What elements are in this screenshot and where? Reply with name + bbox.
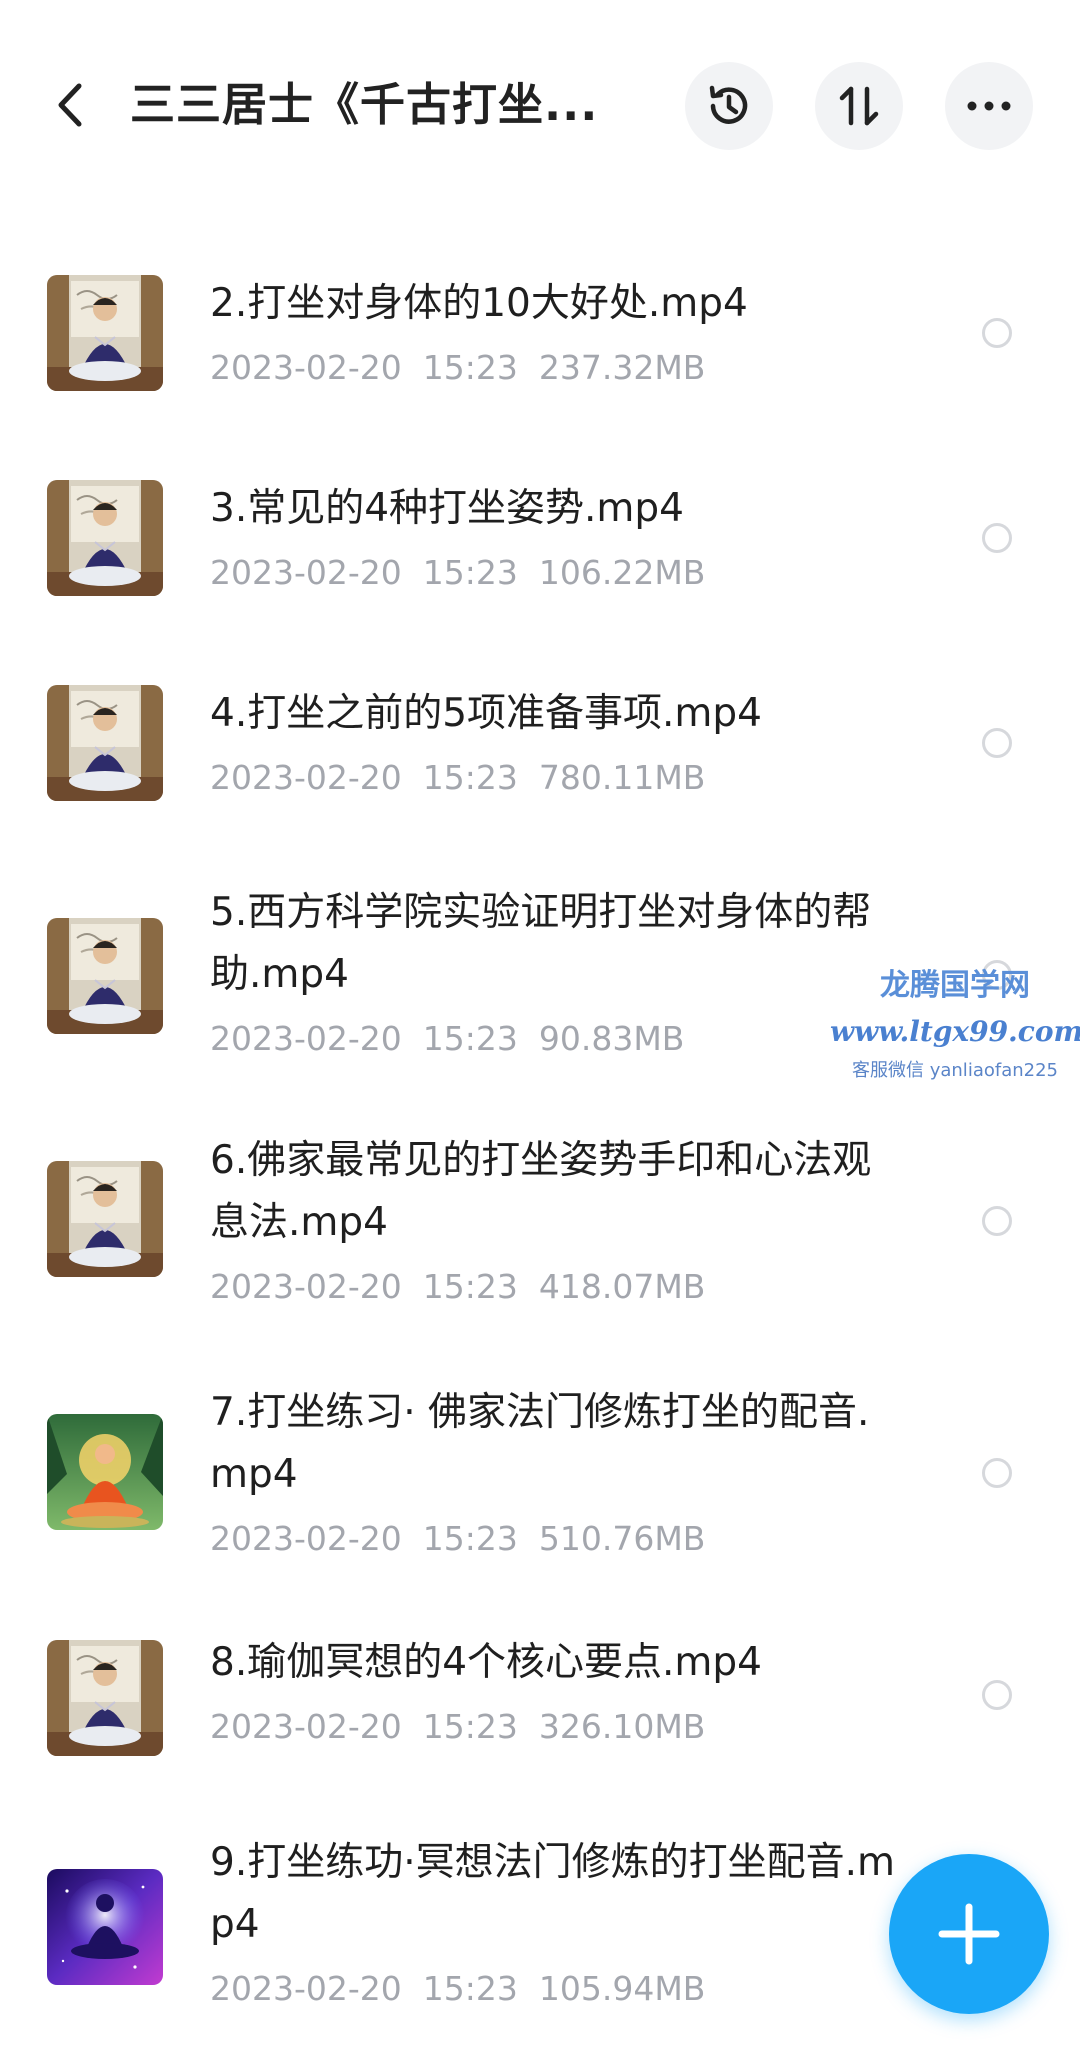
- more-button[interactable]: [945, 62, 1033, 150]
- file-row[interactable]: 8.瑜伽冥想的4个核心要点.mp4 2023-02-20 15:23 326.1…: [0, 1610, 1080, 1810]
- file-name: 8.瑜伽冥想的4个核心要点.mp4: [210, 1640, 762, 1685]
- back-button[interactable]: [40, 70, 100, 140]
- video-thumbnail: [47, 1414, 163, 1530]
- file-row[interactable]: 2.打坐对身体的10大好处.mp4 2023-02-20 15:23 237.3…: [0, 245, 1080, 450]
- select-radio[interactable]: [982, 523, 1012, 553]
- file-size: 326.10MB: [538, 1707, 706, 1746]
- file-date: 2023-02-20: [210, 1267, 402, 1306]
- file-date: 2023-02-20: [210, 758, 402, 797]
- file-time: 15:23: [422, 1267, 518, 1306]
- file-date: 2023-02-20: [210, 348, 402, 387]
- file-time: 15:23: [422, 1707, 518, 1746]
- file-name: 4.打坐之前的5项准备事项.mp4: [210, 691, 762, 736]
- file-meta: 2023-02-20 15:23 237.32MB: [210, 337, 900, 399]
- page-title: 三三居士《千古打坐...: [130, 78, 599, 131]
- file-name: 3.常见的4种打坐姿势.mp4: [210, 486, 684, 531]
- file-row[interactable]: 4.打坐之前的5项准备事项.mp4 2023-02-20 15:23 780.1…: [0, 655, 1080, 860]
- sort-icon: [839, 86, 879, 126]
- history-button[interactable]: [685, 62, 773, 150]
- file-time: 15:23: [422, 348, 518, 387]
- file-size: 510.76MB: [538, 1519, 706, 1558]
- file-size: 106.22MB: [538, 553, 706, 592]
- file-date: 2023-02-20: [210, 553, 402, 592]
- video-thumbnail: [47, 275, 163, 391]
- file-time: 15:23: [422, 1019, 518, 1058]
- file-time: 15:23: [422, 553, 518, 592]
- video-thumbnail: [47, 918, 163, 1034]
- more-dots-icon: [967, 101, 1011, 111]
- sort-button[interactable]: [815, 62, 903, 150]
- history-icon: [709, 85, 748, 124]
- add-button[interactable]: [889, 1854, 1049, 2014]
- file-meta: 2023-02-20 15:23 90.83MB: [210, 1008, 900, 1070]
- file-info: 6.佛家最常见的打坐姿势手印和心法观息法.mp4 2023-02-20 15:2…: [210, 1130, 900, 1318]
- file-name: 5.西方科学院实验证明打坐对身体的帮助.mp4: [210, 890, 872, 997]
- file-time: 15:23: [422, 758, 518, 797]
- file-row[interactable]: 3.常见的4种打坐姿势.mp4 2023-02-20 15:23 106.22M…: [0, 450, 1080, 655]
- file-info: 7.打坐练习· 佛家法门修炼打坐的配音.mp4 2023-02-20 15:23…: [210, 1382, 900, 1570]
- file-meta: 2023-02-20 15:23 106.22MB: [210, 542, 900, 604]
- video-thumbnail: [47, 1161, 163, 1277]
- file-size: 237.32MB: [538, 348, 706, 387]
- file-name: 9.打坐练功·冥想法门修炼的打坐配音.mp4: [210, 1840, 895, 1947]
- file-info: 2.打坐对身体的10大好处.mp4 2023-02-20 15:23 237.3…: [210, 273, 900, 399]
- file-meta: 2023-02-20 15:23 780.11MB: [210, 747, 900, 809]
- select-radio[interactable]: [982, 960, 1012, 990]
- file-size: 105.94MB: [538, 1969, 706, 2008]
- file-time: 15:23: [422, 1519, 518, 1558]
- file-row[interactable]: 5.西方科学院实验证明打坐对身体的帮助.mp4 2023-02-20 15:23…: [0, 860, 1080, 1108]
- file-meta: 2023-02-20 15:23 105.94MB: [210, 1958, 900, 2020]
- video-thumbnail: [47, 685, 163, 801]
- file-info: 3.常见的4种打坐姿势.mp4 2023-02-20 15:23 106.22M…: [210, 478, 900, 604]
- top-bar: 三三居士《千古打坐...: [0, 0, 1080, 210]
- file-info: 4.打坐之前的5项准备事项.mp4 2023-02-20 15:23 780.1…: [210, 683, 900, 809]
- select-radio[interactable]: [982, 1206, 1012, 1236]
- file-info: 9.打坐练功·冥想法门修炼的打坐配音.mp4 2023-02-20 15:23 …: [210, 1832, 900, 2020]
- select-radio[interactable]: [982, 1680, 1012, 1710]
- file-date: 2023-02-20: [210, 1707, 402, 1746]
- file-name: 6.佛家最常见的打坐姿势手印和心法观息法.mp4: [210, 1138, 872, 1245]
- file-date: 2023-02-20: [210, 1519, 402, 1558]
- video-thumbnail: [47, 480, 163, 596]
- file-size: 418.07MB: [538, 1267, 706, 1306]
- file-meta: 2023-02-20 15:23 326.10MB: [210, 1696, 900, 1758]
- file-size: 90.83MB: [538, 1019, 685, 1058]
- file-date: 2023-02-20: [210, 1969, 402, 2008]
- plus-icon: [938, 1903, 1000, 1965]
- file-size: 780.11MB: [538, 758, 706, 797]
- file-time: 15:23: [422, 1969, 518, 2008]
- file-meta: 2023-02-20 15:23 510.76MB: [210, 1508, 900, 1570]
- video-thumbnail: [47, 1640, 163, 1756]
- file-row[interactable]: 7.打坐练习· 佛家法门修炼打坐的配音.mp4 2023-02-20 15:23…: [0, 1360, 1080, 1610]
- video-thumbnail: [47, 1869, 163, 1985]
- file-name: 7.打坐练习· 佛家法门修炼打坐的配音.mp4: [210, 1390, 870, 1497]
- file-meta: 2023-02-20 15:23 418.07MB: [210, 1256, 900, 1318]
- file-date: 2023-02-20: [210, 1019, 402, 1058]
- select-radio[interactable]: [982, 728, 1012, 758]
- file-info: 8.瑜伽冥想的4个核心要点.mp4 2023-02-20 15:23 326.1…: [210, 1632, 900, 1758]
- select-radio[interactable]: [982, 318, 1012, 348]
- back-arrow-icon: [58, 83, 82, 127]
- select-radio[interactable]: [982, 1458, 1012, 1488]
- file-name: 2.打坐对身体的10大好处.mp4: [210, 281, 748, 326]
- file-info: 5.西方科学院实验证明打坐对身体的帮助.mp4 2023-02-20 15:23…: [210, 882, 900, 1070]
- file-row[interactable]: 6.佛家最常见的打坐姿势手印和心法观息法.mp4 2023-02-20 15:2…: [0, 1108, 1080, 1360]
